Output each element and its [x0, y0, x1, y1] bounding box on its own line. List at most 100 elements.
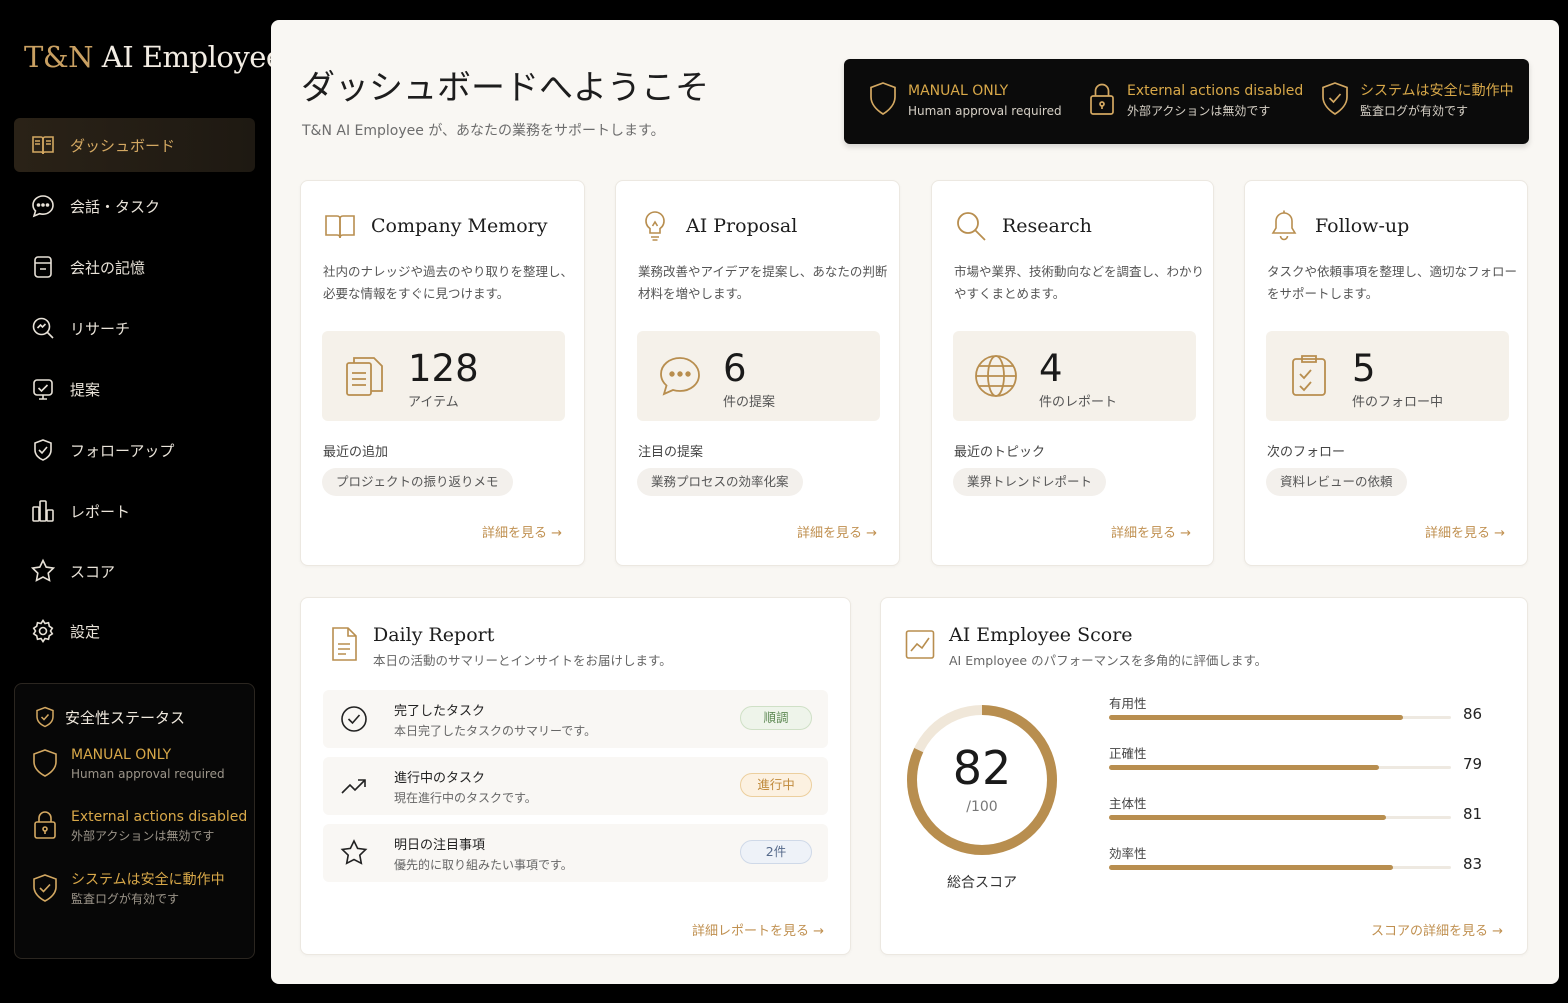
sidebar-item-memory[interactable]: 会社の記憶: [14, 240, 255, 294]
card-chip[interactable]: 資料レビューの依頼: [1266, 468, 1407, 496]
sidebar: T&N AI Employee ダッシュボード 会話・タスク 会社の記憶 リサー…: [0, 0, 283, 1003]
safety-status-title: 安全性ステータス: [35, 706, 185, 728]
report-row-tomorrow[interactable]: 明日の注目事項 優先的に取り組みたい事項です。 2件: [323, 824, 828, 882]
card-company-memory: Company Memory 社内のナレッジや過去のやり取りを整理し、必要な情報…: [300, 180, 585, 566]
sidebar-item-score[interactable]: スコア: [14, 544, 255, 598]
card-description: 市場や業界、技術動向などを調査し、わかりやすくまとめます。: [954, 264, 1205, 301]
card-description: 業務改善やアイデアを提案し、あなたの判断材料を増やします。: [638, 264, 888, 301]
score-header: AI Employee Score AI Employee のパフォーマンスを多…: [905, 622, 1267, 669]
score-metric-label: 主体性: [1109, 796, 1147, 811]
daily-report-header: Daily Report 本日の活動のサマリーとインサイトをお届けします。: [329, 622, 672, 669]
sidebar-item-proposal[interactable]: 提案: [14, 362, 255, 416]
report-row-subtitle: 本日完了したタスクのサマリーです。: [394, 724, 597, 738]
score-metric-track: [1109, 865, 1451, 870]
score-metric-fill: [1109, 765, 1380, 770]
lock-icon: [34, 811, 56, 839]
sidebar-item-label: 会話・タスク: [70, 197, 161, 216]
gear-icon: [32, 619, 54, 643]
sidebar-item-settings[interactable]: 設定: [14, 604, 255, 658]
page-title: ダッシュボードへようこそ: [301, 68, 709, 108]
globe-icon: [975, 355, 1017, 397]
follow-up-icon: [34, 439, 52, 461]
documents-icon: [346, 357, 383, 396]
score-metric-value: 81: [1463, 805, 1483, 823]
banner-sub: Human approval required: [908, 104, 1062, 118]
sidebar-item-label: ダッシュボード: [70, 136, 176, 155]
trend-up-icon: [341, 779, 366, 794]
status-badge: 進行中: [740, 773, 812, 797]
daily-report-subtitle: 本日の活動のサマリーとインサイトをお届けします。: [373, 653, 672, 668]
score-metric-track: [1109, 815, 1451, 820]
score-detail-link[interactable]: スコアの詳細を見る →: [1371, 920, 1503, 939]
detail-link[interactable]: 詳細を見る →: [1425, 522, 1505, 541]
detail-link[interactable]: 詳細を見る →: [1111, 522, 1191, 541]
card-chip[interactable]: 業務プロセスの効率化案: [637, 468, 803, 496]
card-title: Research: [1002, 215, 1092, 237]
brand-prefix: T&N: [24, 40, 94, 74]
score-metric-label: 効率性: [1109, 846, 1147, 861]
report-row-subtitle: 優先的に取り組みたい事項です。: [394, 858, 573, 872]
score-metric-row: 主体性 81: [1109, 793, 1482, 823]
shield-icon: [33, 749, 57, 777]
banner-main: MANUAL ONLY: [908, 83, 1009, 99]
score-metric-track: [1109, 765, 1451, 770]
book-open-icon: [32, 136, 54, 155]
card-header: AI Proposal: [638, 209, 797, 243]
score-card: AI Employee Score AI Employee のパフォーマンスを多…: [880, 597, 1528, 955]
card-metric: 6 件の提案: [637, 331, 880, 421]
metric-value: 6: [723, 347, 747, 390]
check-circle-icon: [341, 706, 367, 732]
safety-item-main: MANUAL ONLY: [71, 747, 172, 763]
safety-item-main: External actions disabled: [71, 809, 248, 825]
report-icon: [32, 500, 54, 522]
score-metric-fill: [1109, 715, 1404, 720]
sidebar-item-label: レポート: [70, 502, 131, 521]
daily-report-title: Daily Report: [373, 624, 495, 646]
sidebar-item-research[interactable]: リサーチ: [14, 301, 255, 355]
search-icon: [957, 212, 986, 241]
sidebar-item-follow-up[interactable]: フォローアップ: [14, 423, 255, 477]
banner-item-manual: MANUAL ONLY Human approval required: [868, 81, 1062, 121]
daily-report-link[interactable]: 詳細レポートを見る →: [692, 920, 824, 939]
shield-icon: [870, 82, 896, 115]
sidebar-item-label: 提案: [70, 380, 101, 399]
sidebar-item-report[interactable]: レポート: [14, 484, 255, 538]
safety-item-manual: MANUAL ONLY Human approval required: [31, 746, 225, 784]
sidebar-item-label: リサーチ: [70, 319, 131, 338]
card-section-label: 最近のトピック: [954, 445, 1046, 460]
card-header: Research: [954, 209, 1092, 243]
detail-link[interactable]: 詳細を見る →: [482, 522, 562, 541]
card-title: Company Memory: [371, 215, 548, 237]
storage-icon: [34, 256, 52, 278]
banner-sub: 監査ログが有効です: [1360, 104, 1469, 118]
banner-item-system: システムは安全に動作中 監査ログが有効です: [1320, 81, 1514, 121]
metric-value: 128: [408, 347, 479, 390]
metric-value: 4: [1039, 347, 1063, 390]
metric-unit: 件のフォロー中: [1352, 395, 1444, 410]
card-chip[interactable]: プロジェクトの振り返りメモ: [322, 468, 513, 496]
book-open-icon: [325, 215, 355, 239]
score-total: 82: [952, 741, 1012, 795]
daily-report-card: Daily Report 本日の活動のサマリーとインサイトをお届けします。 完了…: [300, 597, 851, 955]
sidebar-item-dashboard[interactable]: ダッシュボード: [14, 118, 255, 172]
detail-link[interactable]: 詳細を見る →: [797, 522, 877, 541]
banner-sub: 外部アクションは無効です: [1127, 104, 1271, 118]
search-icon: [32, 317, 54, 339]
report-row-completed[interactable]: 完了したタスク 本日完了したタスクのサマリーです。 順調: [323, 690, 828, 748]
metric-value: 5: [1352, 347, 1376, 390]
report-row-title: 明日の注目事項: [394, 838, 486, 853]
brand-logo[interactable]: T&N AI Employee: [24, 40, 283, 74]
safety-status-panel: 安全性ステータス MANUAL ONLY Human approval requi…: [14, 683, 255, 959]
card-chip[interactable]: 業界トレンドレポート: [953, 468, 1107, 496]
score-title: AI Employee Score: [949, 624, 1133, 646]
chart-icon: [905, 630, 935, 659]
safety-item-external: External actions disabled 外部アクションは無効です: [31, 808, 247, 846]
card-section-label: 注目の提案: [638, 445, 704, 460]
card-title: Follow-up: [1315, 215, 1410, 237]
sidebar-item-conversation[interactable]: 会話・タスク: [14, 179, 255, 233]
card-metric: 128 アイテム: [322, 331, 565, 421]
banner-item-external: External actions disabled 外部アクションは無効です: [1087, 81, 1303, 121]
metric-unit: アイテム: [408, 395, 459, 410]
lock-icon: [1090, 83, 1114, 115]
report-row-in-progress[interactable]: 進行中のタスク 現在進行中のタスクです。 進行中: [323, 757, 828, 815]
